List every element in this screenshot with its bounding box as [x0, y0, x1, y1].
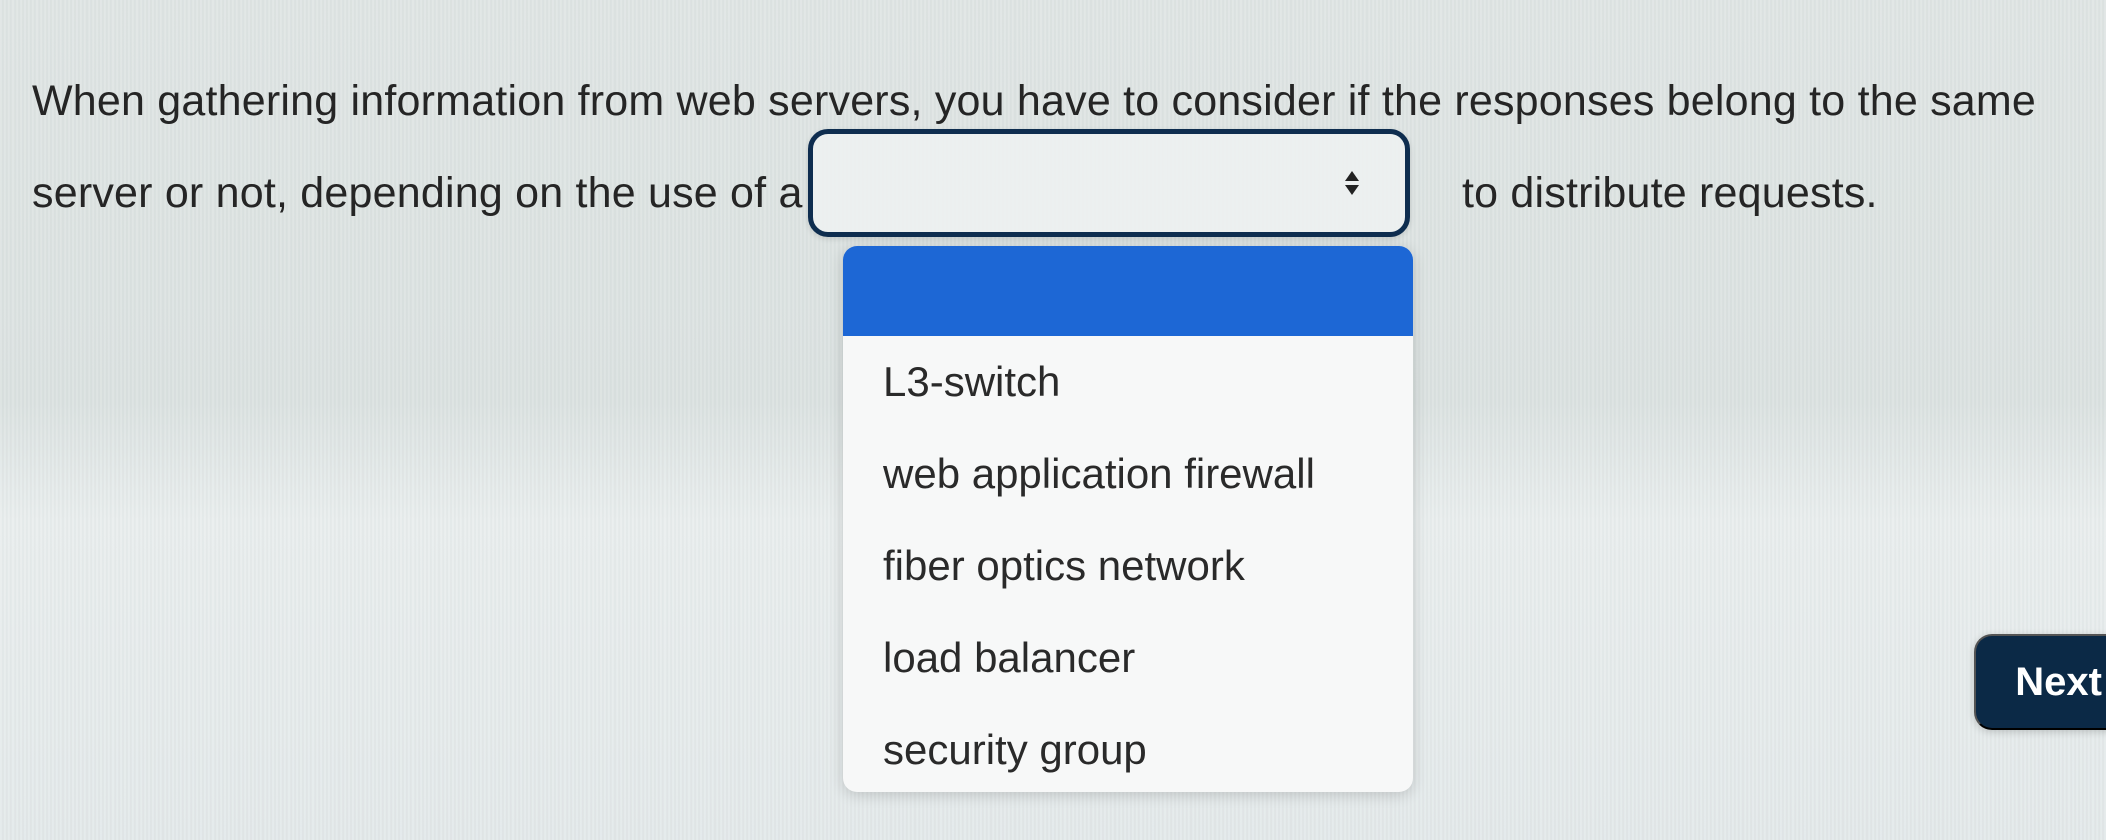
dropdown-option-security-group[interactable]: security group: [843, 704, 1413, 792]
dropdown-option-blank-selected[interactable]: [843, 246, 1413, 336]
question-text-after-select: to distribute requests.: [1462, 169, 1878, 217]
dropdown-option-web-application-firewall[interactable]: web application firewall: [843, 428, 1413, 520]
dropdown-option-label: load balancer: [883, 634, 1136, 681]
up-down-chevron-icon: [1341, 167, 1363, 199]
quiz-page: When gathering information from web serv…: [0, 0, 2106, 840]
answer-select[interactable]: [808, 129, 1410, 237]
dropdown-option-label: fiber optics network: [883, 542, 1245, 589]
dropdown-option-label: security group: [883, 726, 1147, 773]
next-button-label: Next: [2015, 659, 2102, 704]
dropdown-option-fiber-optics-network[interactable]: fiber optics network: [843, 520, 1413, 612]
next-button[interactable]: Next: [1974, 634, 2106, 730]
dropdown-option-label: L3-switch: [883, 358, 1061, 405]
dropdown-option-l3-switch[interactable]: L3-switch: [843, 336, 1413, 428]
question-line-1-text: When gathering information from web serv…: [32, 77, 2037, 125]
dropdown-option-label: web application firewall: [883, 450, 1315, 497]
dropdown-option-load-balancer[interactable]: load balancer: [843, 612, 1413, 704]
question-text-before-select: server or not, depending on the use of a: [32, 169, 803, 217]
answer-dropdown-menu[interactable]: L3-switch web application firewall fiber…: [843, 246, 1413, 792]
